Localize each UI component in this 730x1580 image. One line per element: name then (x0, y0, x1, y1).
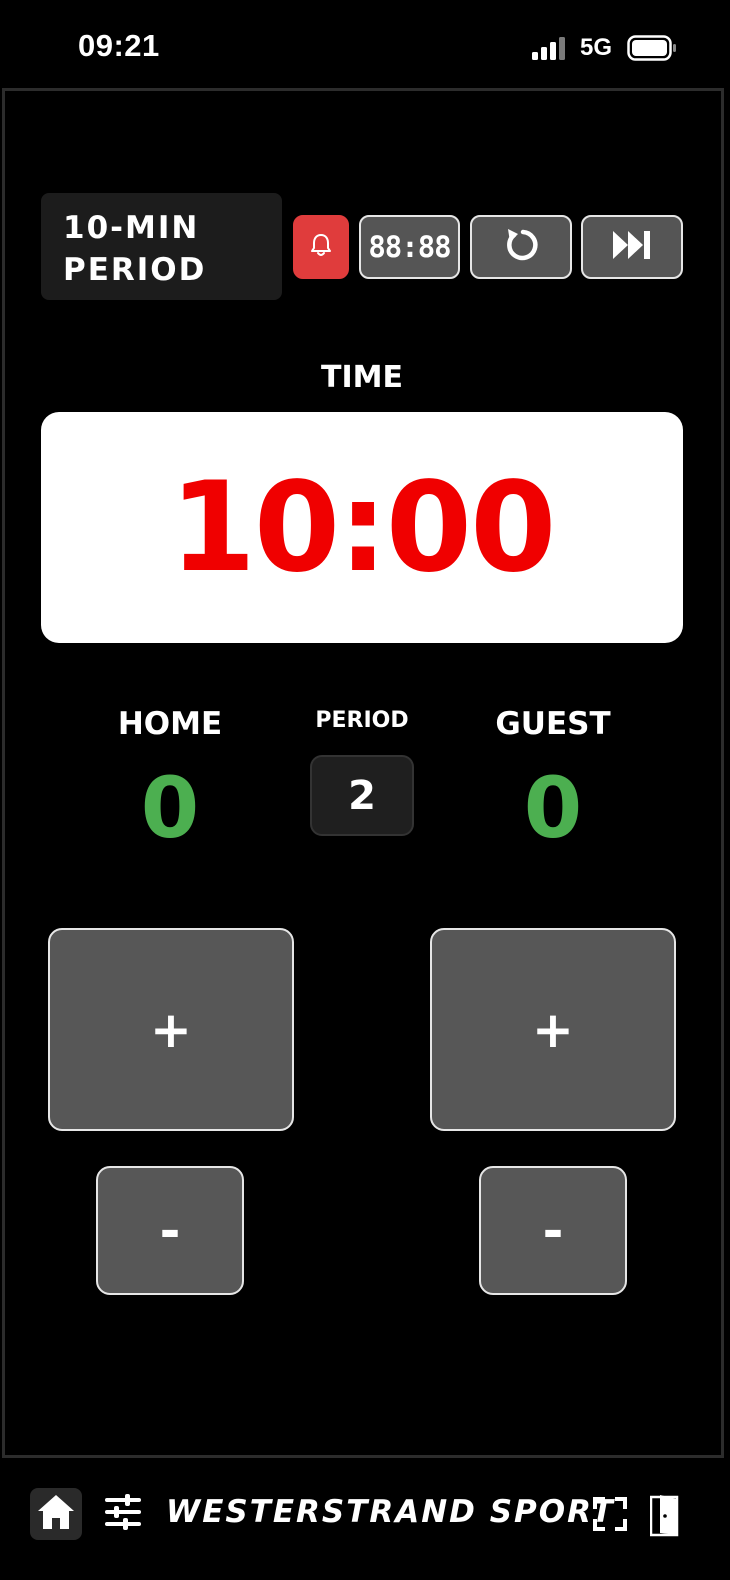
brand-logo: WESTERSTRAND SPORT (166, 1494, 615, 1530)
period-length-line-2: PERIOD (63, 252, 207, 288)
period-label: PERIOD (315, 708, 409, 733)
home-icon (35, 1492, 77, 1536)
home-plus-button[interactable]: + (48, 928, 294, 1131)
home-score: 0 (140, 759, 200, 857)
next-period-button[interactable] (581, 215, 683, 279)
period-value[interactable]: 2 (310, 755, 414, 836)
guest-score: 0 (523, 759, 583, 857)
reset-button[interactable] (470, 215, 572, 279)
exit-door-icon[interactable] (649, 1493, 680, 1541)
display-mode-button[interactable]: 88:88 (359, 215, 460, 279)
sliders-icon[interactable] (104, 1494, 142, 1534)
skip-forward-icon (611, 229, 653, 265)
status-bar: 09:21 5G (0, 0, 730, 88)
home-label: HOME (117, 706, 223, 742)
clock-display[interactable]: 10:00 (41, 412, 683, 643)
horn-button[interactable] (293, 215, 349, 279)
clock-value: 10:00 (169, 455, 557, 600)
time-label: TIME (321, 360, 403, 395)
guest-plus-button[interactable]: + (430, 928, 676, 1131)
guest-minus-button[interactable]: - (479, 1166, 627, 1295)
status-time: 09:21 (78, 28, 160, 63)
network-label: 5G (580, 34, 613, 61)
signal-icon (532, 37, 566, 65)
battery-icon (627, 35, 677, 65)
fullscreen-icon[interactable] (593, 1497, 627, 1535)
period-length-label: 10-MIN PERIOD (41, 193, 282, 300)
guest-label: GUEST (495, 706, 611, 742)
home-minus-button[interactable]: - (96, 1166, 244, 1295)
home-nav-button[interactable] (30, 1488, 82, 1540)
bell-icon (309, 232, 333, 262)
rotate-left-icon (501, 225, 541, 269)
period-length-line-1: 10-MIN (63, 210, 200, 246)
bottom-bar: WESTERSTRAND SPORT (0, 1460, 730, 1580)
display-mode-label: 88:88 (368, 230, 451, 264)
